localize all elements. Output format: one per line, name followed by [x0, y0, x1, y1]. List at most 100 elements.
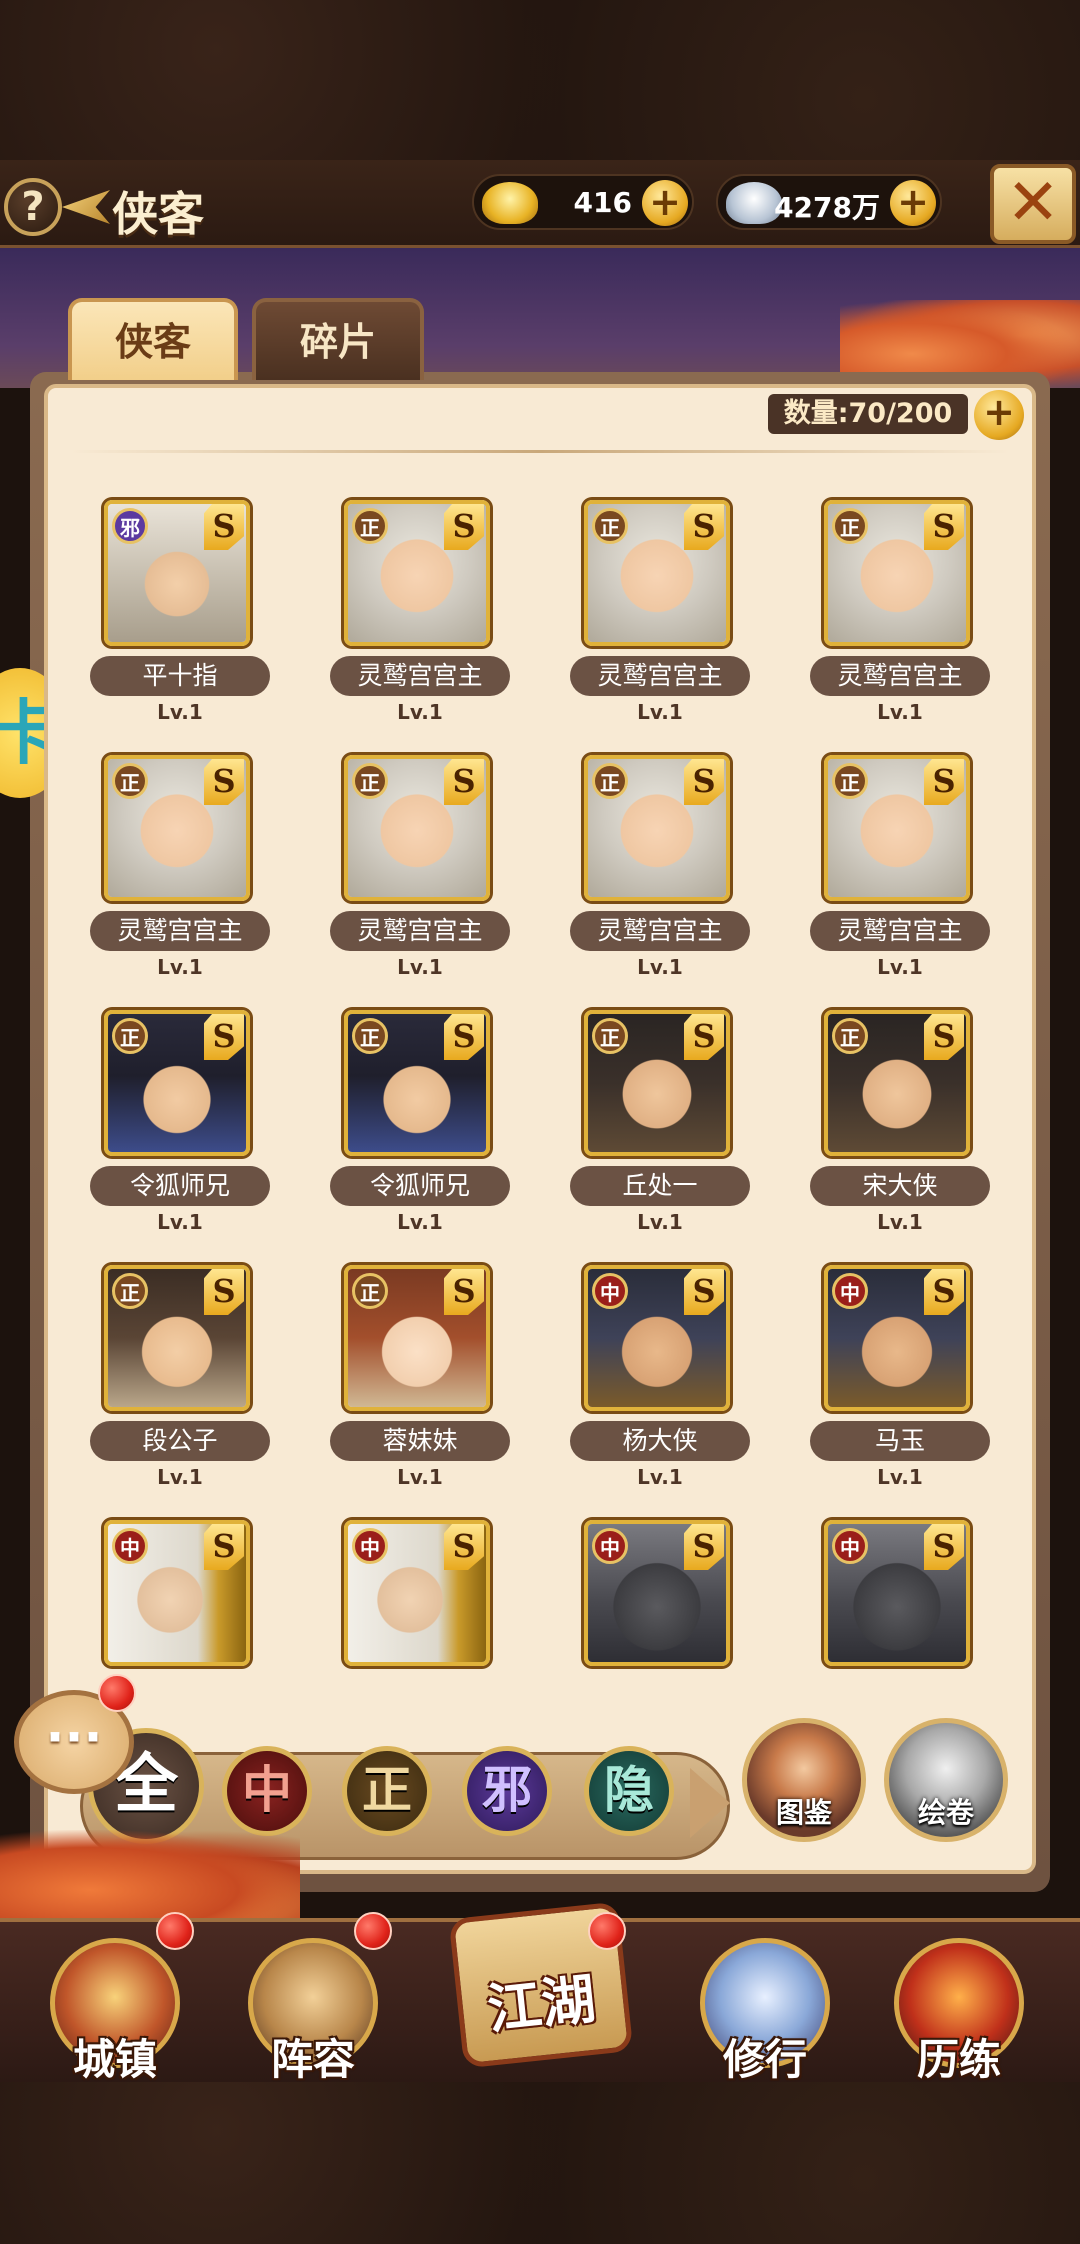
hero-card[interactable]: 中 S 杨大侠 Lv.1 — [570, 1265, 750, 1505]
hero-portrait-frame: 中S — [104, 1520, 250, 1666]
hero-name: 段公子 — [90, 1421, 270, 1461]
hero-portrait-frame: 正S — [104, 1265, 250, 1411]
hero-level: Lv.1 — [637, 700, 683, 724]
faction-badge: 中 — [352, 1528, 388, 1564]
help-button[interactable]: ? — [4, 178, 62, 236]
faction-badge: 中 — [832, 1528, 868, 1564]
hero-level: Lv.1 — [637, 1465, 683, 1489]
hero-card[interactable]: 正 S 蓉妹妹 Lv.1 — [330, 1265, 510, 1505]
hero-name: 灵鹫宫宫主 — [330, 911, 510, 951]
hero-portrait-frame: 正S — [584, 500, 730, 646]
hero-portrait-frame: 中S — [584, 1265, 730, 1411]
divider — [70, 450, 1010, 453]
gold-currency: 416 + — [472, 174, 694, 230]
hero-portrait-frame: 中S — [584, 1520, 730, 1666]
hero-card[interactable]: 正 S 灵鹫宫宫主 Lv.1 — [570, 755, 750, 995]
faction-badge: 正 — [352, 1273, 388, 1309]
faction-badge: 正 — [112, 763, 148, 799]
hero-level: Lv.1 — [877, 1210, 923, 1234]
hero-name: 宋大侠 — [810, 1166, 990, 1206]
hero-portrait-frame: 正S — [824, 755, 970, 901]
hero-portrait-frame: 正S — [584, 1010, 730, 1156]
hero-name: 灵鹫宫宫主 — [810, 656, 990, 696]
hero-name: 灵鹫宫宫主 — [810, 911, 990, 951]
hero-portrait-frame: 正S — [344, 755, 490, 901]
hero-portrait-frame: 中S — [344, 1520, 490, 1666]
hero-level: Lv.1 — [157, 955, 203, 979]
page-title: 侠客 — [112, 187, 204, 241]
hero-name: 丘处一 — [570, 1166, 750, 1206]
catalog-label: 图鉴 — [775, 1796, 832, 1829]
hero-portrait-frame: 正S — [104, 1010, 250, 1156]
hero-count: 数量:70/200 — [768, 394, 968, 434]
hero-name: 平十指 — [90, 656, 270, 696]
hero-level: Lv.1 — [157, 700, 203, 724]
nav-training[interactable]: 历练 — [884, 1938, 1034, 2088]
top-background — [0, 0, 1080, 165]
hero-portrait-frame: 正S — [344, 1265, 490, 1411]
silver-amount: 4278万 — [774, 191, 880, 224]
hero-level: Lv.1 — [637, 1210, 683, 1234]
hero-card[interactable]: 正 S 灵鹫宫宫主 Lv.1 — [330, 755, 510, 995]
gold-amount: 416 — [573, 186, 632, 219]
add-gold-button[interactable]: + — [642, 180, 688, 226]
nav-cultivate[interactable]: 修行 — [690, 1938, 840, 2088]
catalog-button[interactable]: 图鉴 — [742, 1718, 866, 1842]
scroll-button[interactable]: 绘卷 — [884, 1718, 1008, 1842]
hero-level: Lv.1 — [877, 1465, 923, 1489]
filter-evil-button[interactable]: 邪 — [462, 1746, 552, 1836]
faction-badge: 正 — [352, 763, 388, 799]
faction-badge: 邪 — [112, 508, 148, 544]
nav-lineup[interactable]: 阵容 — [238, 1938, 388, 2088]
hero-card[interactable]: 正 S 灵鹫宫宫主 Lv.1 — [330, 500, 510, 740]
hero-name: 令狐师兄 — [330, 1166, 510, 1206]
hero-card[interactable]: 正 S 令狐师兄 Lv.1 — [330, 1010, 510, 1250]
hero-portrait-frame: 正S — [104, 755, 250, 901]
filter-neutral-button[interactable]: 中 — [222, 1746, 312, 1836]
hero-card[interactable]: 正 S 丘处一 Lv.1 — [570, 1010, 750, 1250]
close-button[interactable]: ✕ — [990, 164, 1076, 244]
hero-card[interactable]: 正 S 灵鹫宫宫主 Lv.1 — [810, 755, 990, 995]
nav-lineup-label: 阵容 — [270, 2035, 355, 2084]
title-ornament-icon — [62, 190, 110, 224]
faction-badge: 正 — [352, 1018, 388, 1054]
hero-card[interactable]: 正 S 灵鹫宫宫主 Lv.1 — [90, 755, 270, 995]
hero-card[interactable]: 正 S 宋大侠 Lv.1 — [810, 1010, 990, 1250]
hero-card[interactable]: 中 S 马玉 Lv.1 — [810, 1265, 990, 1505]
faction-badge: 正 — [112, 1273, 148, 1309]
faction-badge: 正 — [832, 508, 868, 544]
tab-fragments[interactable]: 碎片 — [252, 298, 424, 380]
nav-town[interactable]: 城镇 — [40, 1938, 190, 2088]
hero-card[interactable]: 正 S 段公子 Lv.1 — [90, 1265, 270, 1505]
hero-portrait-frame: 正S — [824, 500, 970, 646]
town-notification-dot — [156, 1912, 194, 1950]
hero-card[interactable]: 邪 S 平十指 Lv.1 — [90, 500, 270, 740]
faction-badge: 中 — [112, 1528, 148, 1564]
chat-notification-dot — [98, 1674, 136, 1712]
faction-badge: 正 — [592, 1018, 628, 1054]
hero-name: 令狐师兄 — [90, 1166, 270, 1206]
hero-level: Lv.1 — [397, 1210, 443, 1234]
hero-level: Lv.1 — [157, 1465, 203, 1489]
hero-card[interactable]: 正 S 令狐师兄 Lv.1 — [90, 1010, 270, 1250]
hero-name: 灵鹫宫宫主 — [90, 911, 270, 951]
tab-heroes[interactable]: 侠客 — [68, 298, 238, 380]
hero-card[interactable]: 正 S 灵鹫宫宫主 Lv.1 — [570, 500, 750, 740]
hero-level: Lv.1 — [397, 955, 443, 979]
hero-card[interactable]: 中S — [570, 1520, 740, 1760]
hero-level: Lv.1 — [877, 955, 923, 979]
hero-portrait-frame: 中S — [824, 1265, 970, 1411]
hero-card[interactable]: 正 S 灵鹫宫宫主 Lv.1 — [810, 500, 990, 740]
add-silver-button[interactable]: + — [890, 180, 936, 226]
faction-badge: 正 — [352, 508, 388, 544]
filter-hidden-button[interactable]: 隐 — [584, 1746, 674, 1836]
filter-righteous-button[interactable]: 正 — [342, 1746, 432, 1836]
hero-card[interactable]: 中S — [330, 1520, 500, 1760]
scroll-label: 绘卷 — [917, 1796, 974, 1829]
expand-capacity-button[interactable]: + — [974, 390, 1024, 440]
hero-portrait-frame: 中S — [824, 1520, 970, 1666]
bottom-background — [0, 2082, 1080, 2244]
hero-portrait-frame: 正S — [824, 1010, 970, 1156]
hero-level: Lv.1 — [877, 700, 923, 724]
hero-name: 灵鹫宫宫主 — [570, 911, 750, 951]
